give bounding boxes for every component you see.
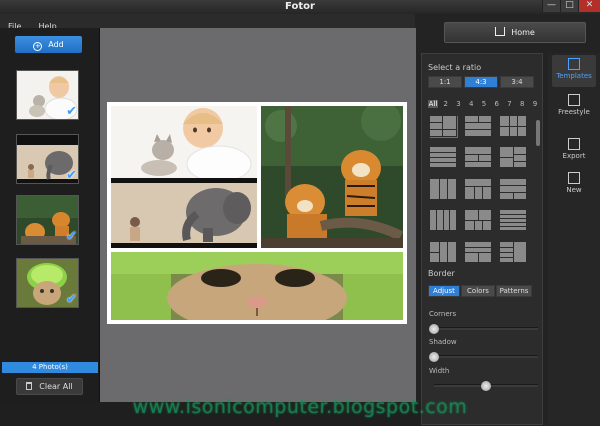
width-slider[interactable] xyxy=(434,381,538,391)
template-thumb[interactable] xyxy=(500,178,526,199)
title-bar: Fotor — □ ✕ xyxy=(0,0,600,14)
corners-label: Corners xyxy=(429,310,457,318)
template-thumb[interactable] xyxy=(430,210,456,231)
photo-baby-kitten xyxy=(111,106,257,178)
photo-panel: + Add ✔ ✔ ✔ ✔ 4 Photo(s) Clear All xyxy=(0,28,100,402)
tab-adjust[interactable]: Adjust xyxy=(428,285,460,297)
templates-panel: Select a ratio 1:1 4:3 3:4 All 2 3 4 5 6… xyxy=(421,53,543,425)
tab-freestyle[interactable]: Freestyle xyxy=(552,91,596,123)
template-thumb[interactable] xyxy=(465,178,491,199)
checkmark-icon: ✔ xyxy=(66,229,77,244)
menu-bar: File Help xyxy=(0,14,415,31)
ratio-title: Select a ratio xyxy=(428,63,482,72)
template-thumb[interactable] xyxy=(500,210,526,231)
tab-freestyle-label: Freestyle xyxy=(558,108,590,116)
template-thumb[interactable] xyxy=(465,147,491,168)
collage-cell-cat-melon[interactable] xyxy=(111,252,403,320)
trash-icon xyxy=(26,382,33,390)
shadow-label: Shadow xyxy=(429,338,457,346)
template-thumb[interactable] xyxy=(500,116,526,136)
template-thumb[interactable] xyxy=(430,147,456,168)
checkmark-icon: ✔ xyxy=(66,168,77,183)
new-icon xyxy=(568,172,580,184)
corners-slider-knob[interactable] xyxy=(429,324,439,334)
window-controls: — □ ✕ xyxy=(542,0,600,12)
template-thumb[interactable] xyxy=(500,241,526,262)
tab-colors[interactable]: Colors xyxy=(461,285,495,297)
count-4[interactable]: 4 xyxy=(466,100,476,108)
collage-cell-baby-kitten[interactable] xyxy=(111,106,257,178)
template-thumb[interactable] xyxy=(465,210,491,231)
clear-all-label: Clear All xyxy=(39,382,73,391)
freestyle-icon xyxy=(568,94,580,106)
count-2[interactable]: 2 xyxy=(441,100,451,108)
tab-new[interactable]: New xyxy=(552,169,596,201)
side-tabs: Templates Freestyle Export New xyxy=(548,53,600,425)
tab-templates-label: Templates xyxy=(556,72,592,80)
corners-slider[interactable] xyxy=(429,324,538,334)
count-6[interactable]: 6 xyxy=(492,100,502,108)
checkmark-icon: ✔ xyxy=(66,292,77,307)
ratio-1-1[interactable]: 1:1 xyxy=(428,76,462,88)
tab-export-label: Export xyxy=(562,152,586,160)
fotor-window: Fotor — □ ✕ File Help + Add ✔ ✔ ✔ ✔ 4 Ph… xyxy=(0,0,600,426)
thumbnail-baby-kitten[interactable]: ✔ xyxy=(16,70,79,120)
photo-cat-melon xyxy=(111,252,403,320)
tab-templates[interactable]: Templates xyxy=(552,55,596,87)
template-thumb[interactable] xyxy=(430,241,456,262)
template-grid xyxy=(430,116,538,266)
shadow-slider-knob[interactable] xyxy=(429,352,439,362)
photo-count: 4 Photo(s) xyxy=(2,362,98,373)
maximize-button[interactable]: □ xyxy=(560,0,578,12)
minimize-button[interactable]: — xyxy=(542,0,560,12)
template-thumb[interactable] xyxy=(465,241,491,262)
app-title: Fotor xyxy=(285,1,315,12)
count-9[interactable]: 9 xyxy=(530,100,540,108)
shadow-slider[interactable] xyxy=(429,352,538,362)
width-label: Width xyxy=(429,367,450,375)
tab-new-label: New xyxy=(566,186,582,194)
ratio-3-4[interactable]: 3:4 xyxy=(500,76,534,88)
thumbnail-tigers[interactable]: ✔ xyxy=(16,195,79,245)
count-7[interactable]: 7 xyxy=(505,100,515,108)
collage-canvas-area xyxy=(100,28,416,402)
templates-icon xyxy=(568,58,580,70)
count-8[interactable]: 8 xyxy=(517,100,527,108)
collage-cell-child-elephant[interactable] xyxy=(111,178,257,248)
thumbnail-cat-melon[interactable]: ✔ xyxy=(16,258,79,308)
template-thumb[interactable] xyxy=(430,116,458,138)
photo-tigers xyxy=(261,106,403,248)
export-icon xyxy=(568,138,580,150)
home-label: Home xyxy=(511,28,535,37)
ratio-4-3[interactable]: 4:3 xyxy=(464,76,498,88)
home-icon xyxy=(495,27,506,36)
tab-export[interactable]: Export xyxy=(552,135,596,167)
ratio-selector: 1:1 4:3 3:4 xyxy=(428,76,536,88)
count-all[interactable]: All xyxy=(428,100,438,108)
template-thumb[interactable] xyxy=(500,147,526,168)
watermark: www.isonicomputer.blogspot.com xyxy=(132,396,468,418)
border-tabs: Adjust Colors Patterns xyxy=(428,285,533,297)
add-label: Add xyxy=(48,40,64,49)
photo-child-elephant xyxy=(111,183,257,243)
count-3[interactable]: 3 xyxy=(454,100,464,108)
collage[interactable] xyxy=(107,102,407,324)
count-5[interactable]: 5 xyxy=(479,100,489,108)
clear-all-button[interactable]: Clear All xyxy=(16,378,83,395)
photo-count-filter: All 2 3 4 5 6 7 8 9 xyxy=(428,100,540,108)
template-thumb[interactable] xyxy=(430,178,456,199)
template-scrollbar[interactable] xyxy=(536,120,540,146)
close-button[interactable]: ✕ xyxy=(578,0,600,12)
checkmark-icon: ✔ xyxy=(66,104,77,119)
plus-circle-icon: + xyxy=(33,42,43,51)
collage-cell-tigers[interactable] xyxy=(261,106,403,248)
tab-patterns[interactable]: Patterns xyxy=(496,285,532,297)
width-slider-knob[interactable] xyxy=(481,381,491,391)
border-title: Border xyxy=(428,269,455,278)
home-button[interactable]: Home xyxy=(444,22,586,43)
thumbnail-child-elephant[interactable]: ✔ xyxy=(16,134,79,184)
add-photo-button[interactable]: + Add xyxy=(15,36,82,53)
template-thumb[interactable] xyxy=(465,116,491,136)
